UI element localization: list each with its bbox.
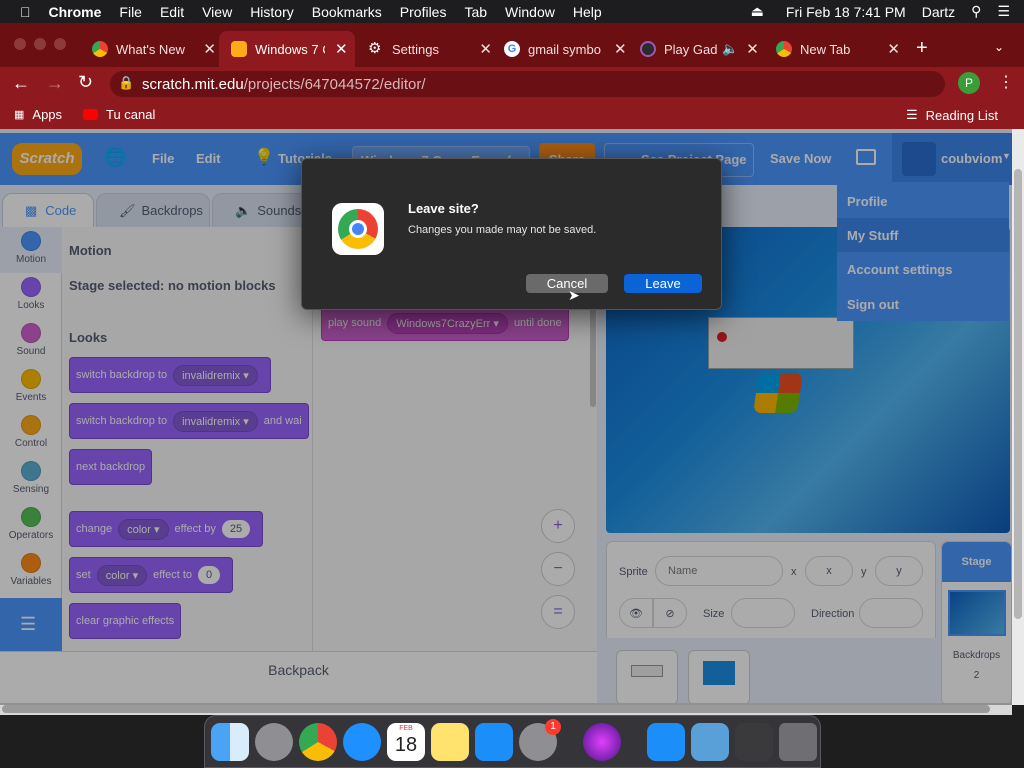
- chrome-logo-center: [349, 220, 367, 238]
- lock-icon[interactable]: 🔒: [118, 75, 134, 91]
- chrome-dock-icon[interactable]: [299, 723, 337, 761]
- menubar-user[interactable]: Dartz: [914, 4, 963, 20]
- hscrollbar-thumb[interactable]: [2, 705, 990, 713]
- address-bar[interactable]: 🔒 scratch.mit.edu/projects/647044572/edi…: [110, 71, 945, 97]
- url-host: scratch.mit.edu: [142, 75, 244, 93]
- dialog-title: Leave site?: [408, 201, 479, 216]
- calendar-month: FEB: [399, 725, 413, 732]
- notes-icon[interactable]: [431, 723, 469, 761]
- scrollbar-thumb[interactable]: [1014, 169, 1022, 619]
- downloads-folder-icon[interactable]: [691, 723, 729, 761]
- trash-icon[interactable]: [779, 723, 817, 761]
- chrome-logo-icon: [332, 203, 384, 255]
- safari-compass-icon[interactable]: [343, 723, 381, 761]
- app-menu[interactable]: Chrome: [40, 4, 111, 20]
- tab-strip: What's New ✕ Windows 7 C ✕ ⚙ Settings ✕ …: [0, 23, 1024, 67]
- youtube-icon: [83, 109, 98, 120]
- spotlight-search-icon[interactable]: ⚲: [963, 3, 989, 20]
- minimize-window-button[interactable]: [34, 38, 46, 50]
- dialog-message: Changes you made may not be saved.: [408, 224, 597, 236]
- tab-windows7-project[interactable]: Windows 7 C ✕: [219, 31, 355, 67]
- leave-site-dialog: Leave site? Changes you made may not be …: [301, 158, 722, 310]
- calendar-day: 18: [394, 734, 418, 756]
- bookmark-tu-canal[interactable]: Tu canal: [83, 107, 155, 122]
- macos-dock: FEB 18 1: [204, 715, 821, 768]
- tab-gmail-symbol[interactable]: G gmail symbo ✕: [492, 31, 628, 67]
- close-tab-icon[interactable]: ✕: [203, 40, 216, 58]
- finder-icon[interactable]: [211, 723, 249, 761]
- menu-view[interactable]: View: [193, 4, 241, 20]
- tab-play-gadget[interactable]: Play Gad 🔈 ✕: [628, 31, 764, 67]
- menu-tab[interactable]: Tab: [455, 4, 496, 20]
- app-store-icon[interactable]: [475, 723, 513, 761]
- close-tab-icon[interactable]: ✕: [746, 40, 759, 58]
- back-arrow-icon[interactable]: ←: [12, 73, 30, 94]
- bookmark-apps[interactable]: ▦ Apps: [14, 107, 62, 122]
- audio-playing-icon[interactable]: 🔈: [722, 41, 738, 57]
- profile-avatar[interactable]: P: [958, 72, 980, 94]
- page-vertical-scrollbar[interactable]: [1012, 129, 1024, 705]
- close-tab-icon[interactable]: ✕: [614, 40, 627, 58]
- cancel-button[interactable]: Cancel: [526, 274, 608, 293]
- forward-arrow-icon[interactable]: →: [46, 73, 64, 94]
- url-path: /projects/647044572/editor/: [243, 75, 426, 93]
- installer-app-icon[interactable]: [583, 723, 621, 761]
- eject-icon[interactable]: ⏏: [743, 3, 772, 20]
- reload-icon[interactable]: ↻: [78, 72, 93, 93]
- leave-button[interactable]: Leave: [624, 274, 702, 293]
- reading-list-button[interactable]: ☰ Reading List: [906, 107, 998, 123]
- close-tab-icon[interactable]: ✕: [335, 40, 348, 58]
- app-store-downloads-icon[interactable]: [647, 723, 685, 761]
- chrome-menu-icon[interactable]: ⋮: [998, 72, 1014, 92]
- menubar-clock[interactable]: Fri Feb 18 7:41 PM: [772, 4, 914, 20]
- launchpad-rocket-icon[interactable]: [255, 723, 293, 761]
- zoom-window-button[interactable]: [54, 38, 66, 50]
- menu-window[interactable]: Window: [496, 4, 564, 20]
- calendar-icon[interactable]: FEB 18: [387, 723, 425, 761]
- apple-menu-icon[interactable]: : [0, 4, 40, 20]
- play-icon: [640, 41, 656, 57]
- stack-folder-icon[interactable]: [735, 723, 773, 761]
- close-tab-icon[interactable]: ✕: [887, 40, 900, 58]
- tab-search-chevron-icon[interactable]: ⌄: [994, 40, 1004, 54]
- control-center-icon[interactable]: ☰: [989, 3, 1024, 20]
- close-tab-icon[interactable]: ✕: [479, 40, 492, 58]
- new-tab-plus-icon[interactable]: +: [916, 37, 928, 60]
- notification-badge: 1: [545, 719, 561, 735]
- menu-bookmarks[interactable]: Bookmarks: [303, 4, 391, 20]
- menu-history[interactable]: History: [241, 4, 303, 20]
- google-icon: G: [504, 41, 520, 57]
- mouse-cursor-icon: ➤: [568, 287, 580, 303]
- apps-grid-icon: ▦: [14, 109, 25, 121]
- menu-edit[interactable]: Edit: [151, 4, 193, 20]
- chrome-icon: [92, 41, 108, 57]
- gear-icon: ⚙: [368, 40, 382, 57]
- reading-list-icon: ☰: [906, 107, 918, 122]
- system-preferences-gear-icon[interactable]: 1: [519, 719, 561, 761]
- tab-new-tab[interactable]: New Tab ✕: [764, 31, 900, 67]
- tab-settings[interactable]: ⚙ Settings ✕: [356, 31, 492, 67]
- menu-help[interactable]: Help: [564, 4, 611, 20]
- menu-profiles[interactable]: Profiles: [391, 4, 456, 20]
- scratch-icon: [231, 41, 247, 57]
- tab-whats-new[interactable]: What's New ✕: [80, 31, 216, 67]
- macos-menubar:  Chrome File Edit View History Bookmark…: [0, 0, 1024, 23]
- bookmarks-bar: ▦ Apps Tu canal ☰ Reading List: [0, 101, 1024, 129]
- menu-file[interactable]: File: [110, 4, 151, 20]
- chrome-icon: [776, 41, 792, 57]
- close-window-button[interactable]: [14, 38, 26, 50]
